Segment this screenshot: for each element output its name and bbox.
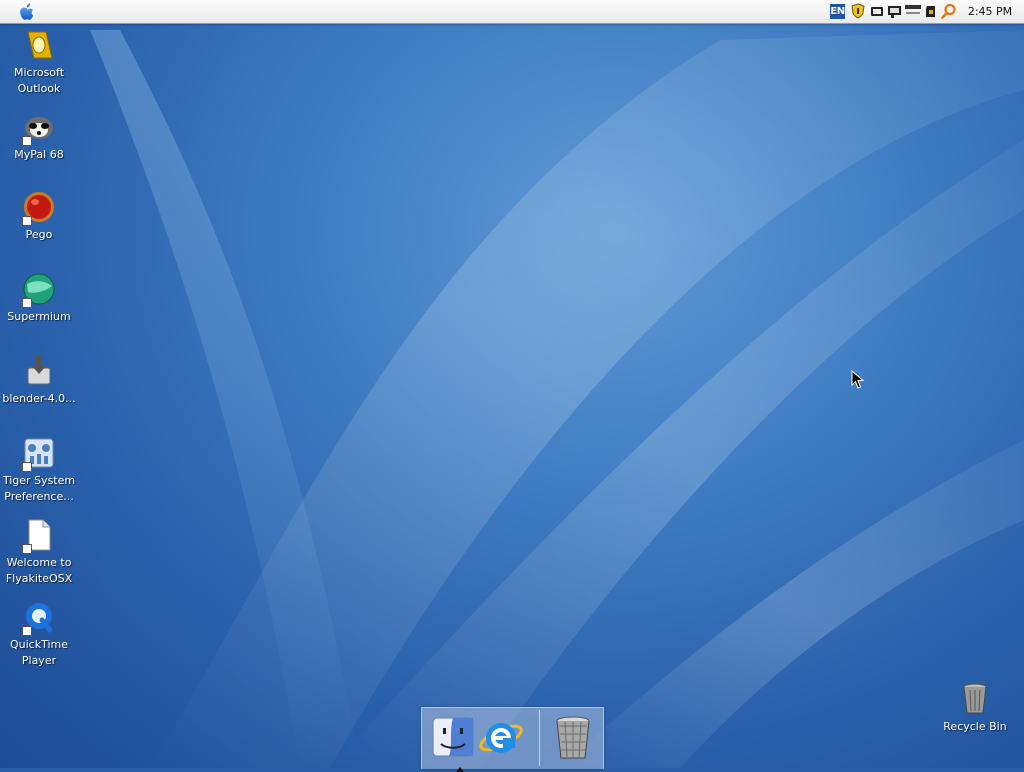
- dock-separator: [539, 710, 540, 766]
- shortcut-arrow-icon: [22, 216, 32, 226]
- desktop-icon-mypal[interactable]: MyPal 68: [0, 110, 78, 163]
- quicktime-icon: [22, 600, 56, 636]
- outlook-icon: [22, 28, 56, 62]
- security-shield-icon[interactable]: [850, 3, 866, 19]
- desktop-icon-label: Recycle Bin: [943, 720, 1007, 733]
- text-document-icon: [22, 518, 56, 554]
- dock-item-internet-explorer[interactable]: [477, 712, 525, 762]
- dock-item-trash[interactable]: [549, 712, 597, 762]
- shortcut-arrow-icon: [22, 626, 32, 636]
- mypal-raccoon-icon: [22, 110, 56, 146]
- menu-bar: EN 2:45 PM: [0, 0, 1024, 24]
- battery-icon[interactable]: [869, 3, 885, 19]
- clock[interactable]: 2:45 PM: [962, 4, 1018, 20]
- desktop-icon-label: blender-4.0...: [2, 392, 76, 405]
- wallpaper-swooshes: [90, 30, 1024, 768]
- shortcut-arrow-icon: [22, 136, 32, 146]
- system-preferences-icon: [22, 436, 56, 472]
- desktop-icon-welcome-document[interactable]: Welcome to FlyakiteOSX: [0, 518, 78, 587]
- desktop-icon-quicktime-player[interactable]: QuickTime Player: [0, 600, 78, 669]
- desktop-icon-supermium[interactable]: Supermium: [0, 272, 78, 325]
- installer-disk-icon: [22, 354, 56, 388]
- desktop-icon-label: QuickTime Player: [9, 638, 69, 667]
- desktop-icon-label: Supermium: [7, 310, 71, 323]
- pego-red-ball-icon: [22, 190, 56, 226]
- usb-drive-icon[interactable]: [923, 3, 939, 19]
- desktop-icon-pego[interactable]: Pego: [0, 190, 78, 243]
- language-indicator[interactable]: EN: [830, 4, 845, 19]
- shortcut-arrow-icon: [22, 298, 32, 308]
- trash-icon: [556, 716, 590, 759]
- chat-icon[interactable]: [887, 3, 903, 19]
- mouse-pointer-icon: [851, 370, 865, 389]
- desktop: [0, 0, 1024, 768]
- desktop-icon-tiger-system-preferences[interactable]: Tiger System Preference...: [0, 436, 78, 505]
- desktop-icon-label: Tiger System Preference...: [2, 474, 76, 503]
- finder-icon: [432, 717, 474, 757]
- apple-icon[interactable]: [17, 2, 37, 21]
- desktop-icon-blender-installer[interactable]: blender-4.0...: [0, 354, 78, 407]
- internet-explorer-icon: [479, 723, 523, 753]
- desktop-icon-microsoft-outlook[interactable]: Microsoft Outlook: [0, 28, 78, 97]
- dock-item-finder[interactable]: [429, 712, 477, 772]
- network-icon[interactable]: [905, 3, 921, 19]
- supermium-globe-icon: [22, 272, 56, 308]
- magnifier-icon[interactable]: [941, 3, 957, 19]
- shortcut-arrow-icon: [22, 462, 32, 472]
- desktop-icon-label: MyPal 68: [14, 148, 64, 161]
- recycle-bin-icon: [958, 682, 992, 716]
- shortcut-arrow-icon: [22, 544, 32, 554]
- dock: [421, 707, 604, 772]
- desktop-icon-recycle-bin[interactable]: Recycle Bin: [936, 682, 1014, 735]
- desktop-icon-label: Pego: [25, 228, 53, 241]
- desktop-icon-label: Microsoft Outlook: [13, 66, 65, 95]
- desktop-icon-label: Welcome to FlyakiteOSX: [5, 556, 73, 585]
